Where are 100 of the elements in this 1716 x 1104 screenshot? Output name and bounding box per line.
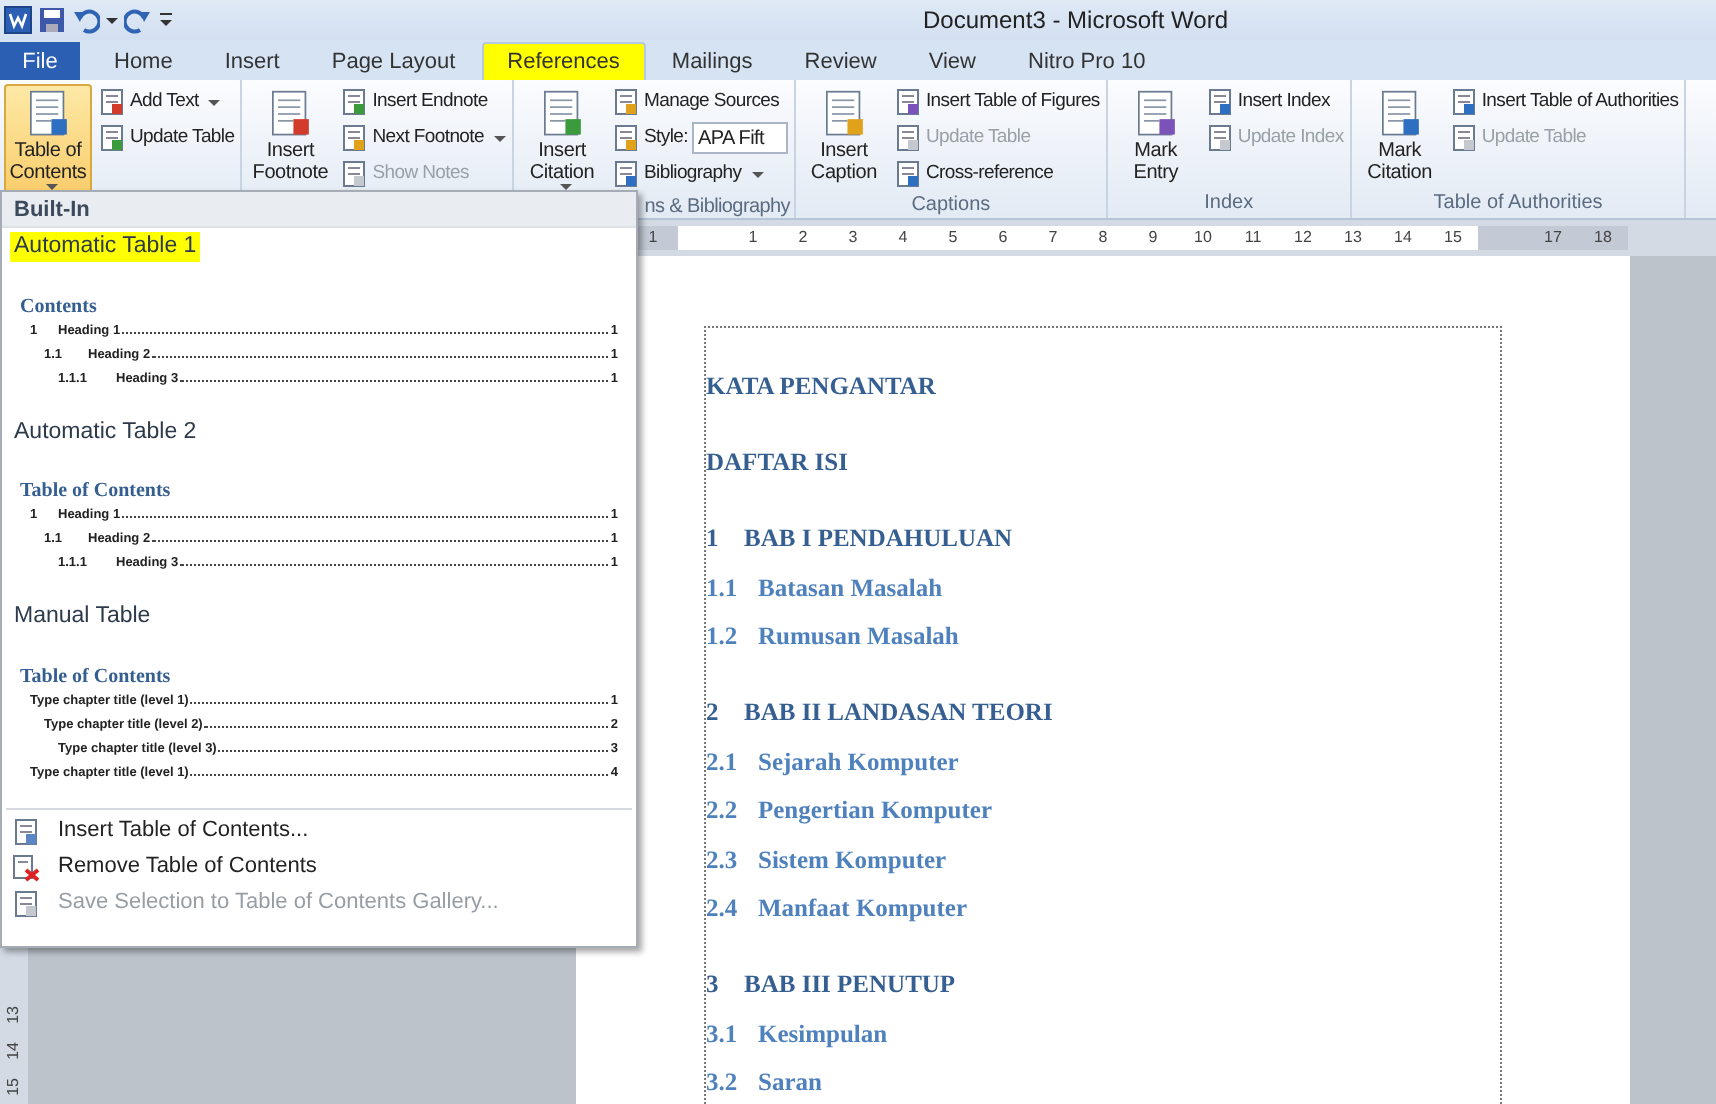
heading-number: 3.2 (706, 1066, 740, 1100)
gallery-item-title[interactable]: Automatic Table 2 (10, 417, 201, 447)
file-tab[interactable]: File (0, 42, 80, 80)
ruler-number: 11 (1228, 226, 1278, 250)
heading-text: Kesimpulan (758, 1017, 888, 1052)
ruler-number: 4 (878, 226, 928, 250)
document-x-icon (12, 853, 40, 881)
ribbon-tab[interactable]: Nitro Pro 10 (1002, 42, 1172, 80)
ruler-number: 5 (928, 226, 978, 250)
document-icon (266, 88, 315, 140)
heading-number: 1.2 (706, 620, 740, 654)
ruler-number: 14 (1378, 226, 1428, 250)
heading-number: 2.4 (706, 892, 740, 926)
style-label: Style: (644, 123, 688, 152)
ruler-number: 7 (1028, 226, 1078, 250)
ruler-number: 18 (1578, 226, 1628, 250)
heading-text: BAB I PENDAHULUAN (744, 522, 1013, 556)
ribbon-button[interactable]: Insert Caption (799, 84, 888, 192)
ruler-number: 6 (978, 226, 1028, 250)
group-label: Table of Authorities (1431, 190, 1605, 218)
heading-text: KATA PENGANTAR (706, 370, 936, 404)
ribbon-tab[interactable]: Insert (198, 42, 306, 80)
ruler-segment (678, 226, 728, 250)
ruler-number: 13 (1328, 226, 1378, 250)
ruler-number: 9 (1128, 226, 1178, 250)
heading-number: 3.1 (706, 1017, 740, 1051)
document-icon (340, 88, 369, 116)
ruler-number: 10 (1178, 226, 1228, 250)
ribbon-tab[interactable]: View (902, 42, 1002, 80)
document-icon (1449, 88, 1478, 116)
preview-title: Contents (20, 293, 99, 319)
ribbon-tab[interactable]: Mailings (645, 42, 779, 80)
document-icon (24, 88, 72, 140)
heading-text: BAB II LANDASAN TEORI (744, 696, 1053, 730)
ribbon-tab[interactable]: Page Layout (305, 42, 482, 80)
ruler-number: 13 (2, 1006, 24, 1025)
document-icon (612, 124, 640, 152)
heading-number: 2 (706, 696, 721, 730)
document-icon (612, 88, 640, 116)
menu-item[interactable]: Remove Table of Contents (2, 849, 636, 885)
heading-text: DAFTAR ISI (706, 446, 848, 480)
ribbon-tab[interactable]: Review (778, 42, 903, 80)
style-dropdown[interactable]: APA Fift (691, 122, 788, 154)
document-icon (1449, 124, 1478, 152)
ribbon-button[interactable]: Next Footnote (338, 120, 508, 156)
document-icon (893, 124, 922, 152)
ribbon-button[interactable]: Mark Entry (1111, 84, 1200, 190)
ribbon-button[interactable]: Insert Endnote (338, 84, 508, 120)
heading-number: 2.1 (706, 745, 740, 779)
document-icon (893, 160, 922, 188)
caret-icon (208, 99, 221, 105)
heading-text: Saran (758, 1066, 822, 1100)
ribbon-button[interactable]: Insert Index (1203, 84, 1346, 120)
heading-text: Sejarah Komputer (758, 745, 959, 780)
caret-icon (494, 135, 506, 141)
heading-text: Sistem Komputer (758, 843, 947, 878)
ruler-number: 14 (2, 1042, 24, 1061)
app-logo-icon[interactable] (4, 6, 32, 34)
ribbon-button[interactable]: Add Text (96, 84, 237, 120)
menu-item[interactable]: Insert Table of Contents... (2, 813, 636, 849)
gallery-item-title[interactable]: Manual Table (10, 602, 155, 632)
caret-icon (751, 171, 764, 177)
heading-number: 2.3 (706, 843, 740, 877)
document-icon (538, 88, 586, 140)
document-icon (340, 124, 369, 152)
heading-text: Batasan Masalah (758, 571, 943, 605)
group-label: Index (1202, 190, 1256, 218)
ruler-number: 12 (1278, 226, 1328, 250)
ruler-number: 15 (1428, 226, 1478, 250)
preview-title: Table of Contents (20, 663, 173, 689)
heading-text: BAB III PENUTUP (744, 968, 956, 1002)
heading-number: 3 (706, 968, 721, 1002)
heading-number: 2.2 (706, 794, 740, 828)
window-title: Document3 - Microsoft Word (923, 4, 1228, 38)
redo-icon[interactable] (124, 6, 152, 34)
ribbon-button[interactable]: Update Table (96, 120, 237, 156)
heading-text: Rumusan Masalah (758, 620, 959, 654)
ribbon-button[interactable]: Manage Sources (610, 84, 790, 120)
heading-number: 1 (706, 522, 721, 556)
ruler-number: 8 (1078, 226, 1128, 250)
ribbon-button[interactable]: Bibliography (610, 156, 790, 192)
heading-number: 1.1 (706, 571, 740, 605)
document-icon (98, 88, 126, 116)
gallery-item-title[interactable]: Automatic Table 1 (10, 232, 201, 262)
heading-text: Pengertian Komputer (758, 794, 992, 828)
ribbon-button[interactable]: Mark Citation (1355, 84, 1444, 190)
ribbon-tab[interactable]: References (481, 42, 646, 80)
document-icon (98, 124, 126, 152)
document-icon (1205, 124, 1234, 152)
ruler-number: 1 (728, 226, 778, 250)
ribbon-button[interactable]: Insert Table of Figures (891, 84, 1102, 120)
ruler-number: 15 (2, 1078, 24, 1096)
save-icon[interactable] (38, 6, 66, 34)
ribbon-button[interactable]: Cross-reference (891, 156, 1102, 192)
ribbon-button[interactable]: Insert Table of Authorities (1447, 84, 1681, 120)
ruler-number: 17 (1528, 226, 1578, 250)
preview-title: Table of Contents (20, 478, 173, 504)
ribbon-tab[interactable]: Home (88, 42, 199, 80)
undo-icon[interactable] (72, 6, 100, 34)
document-icon (12, 889, 40, 917)
